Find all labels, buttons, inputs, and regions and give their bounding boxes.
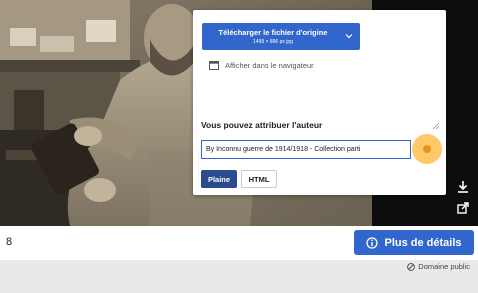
info-icon <box>366 236 379 249</box>
resize-grip-icon <box>433 123 439 129</box>
more-details-label: Plus de détails <box>384 236 462 249</box>
download-panel: Télécharger le fichier d'origine 1499 × … <box>193 10 446 195</box>
chevron-down-icon[interactable] <box>345 32 353 40</box>
license-label: Domaine public <box>418 262 470 271</box>
download-label: Télécharger le fichier d'origine <box>218 28 328 37</box>
license-line[interactable]: Domaine public <box>407 262 470 271</box>
browser-window-icon <box>209 61 219 70</box>
attribution-heading: Vous pouvez attribuer l'auteur <box>201 120 323 130</box>
share-icon[interactable] <box>456 201 470 215</box>
bottom-bar: 8 Plus de détails <box>0 226 478 260</box>
tab-html[interactable]: HTML <box>241 170 277 188</box>
view-in-browser-link[interactable]: Afficher dans le navigateur <box>209 61 314 70</box>
download-size: 1499 × 896 px jpg <box>253 39 293 45</box>
image-counter: 8 <box>6 236 13 248</box>
copy-click-indicator[interactable] <box>412 134 442 164</box>
more-details-button[interactable]: Plus de détails <box>354 230 474 255</box>
tab-plain[interactable]: Plaine <box>201 170 237 188</box>
download-original-button[interactable]: Télécharger le fichier d'origine 1499 × … <box>202 23 360 50</box>
view-in-browser-label: Afficher dans le navigateur <box>225 61 314 70</box>
download-icon[interactable] <box>456 180 470 194</box>
attribution-text-field[interactable]: By Inconnu guerre de 1914/1918 - Collect… <box>201 140 411 159</box>
public-domain-icon <box>407 262 416 271</box>
click-dot <box>423 145 431 153</box>
